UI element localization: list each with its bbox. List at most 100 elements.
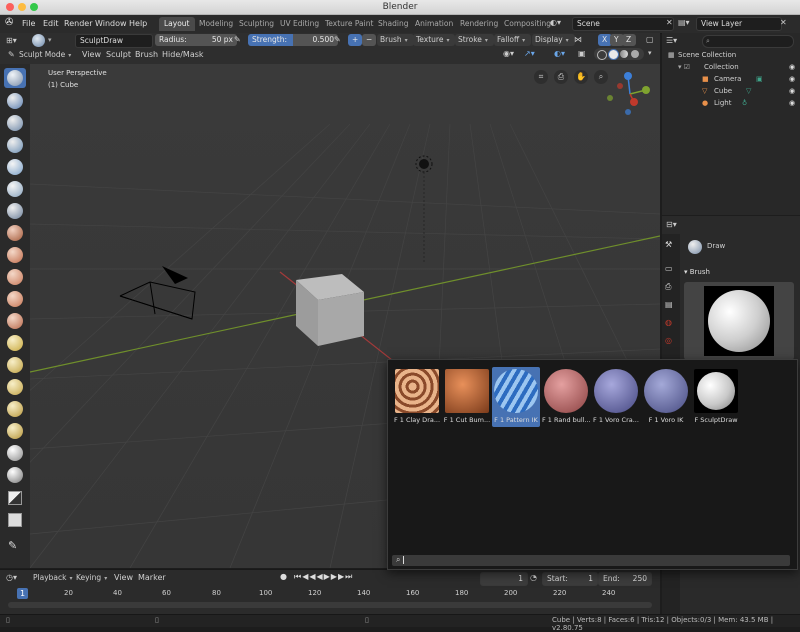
view-menu[interactable]: View: [82, 49, 101, 61]
pan-hand-icon[interactable]: ✋: [574, 70, 588, 84]
outliner-item-light[interactable]: Light: [714, 99, 731, 107]
brush-panel-header[interactable]: ▾ Brush: [684, 268, 710, 276]
record-button[interactable]: ●: [280, 572, 287, 581]
sculpt-menu[interactable]: Sculpt: [106, 49, 131, 61]
brush-preview-frame[interactable]: [684, 282, 794, 360]
add-direction-button[interactable]: +: [348, 34, 362, 46]
box-hide-tool-icon[interactable]: [8, 513, 22, 527]
outliner-search-input[interactable]: ⌕: [702, 35, 794, 48]
snake-hook-tool-icon[interactable]: [7, 379, 23, 395]
marker-menu[interactable]: Marker: [138, 572, 166, 584]
tab-modeling[interactable]: Modeling: [194, 17, 238, 31]
symmetry-icon[interactable]: ⋈: [574, 35, 582, 44]
radius-pressure-icon[interactable]: ✎: [234, 35, 241, 44]
blob-tool-icon[interactable]: [7, 203, 23, 219]
brush-preset-item[interactable]: F 1 Rand bull...: [542, 367, 590, 427]
draw-sharp-tool-icon[interactable]: [7, 93, 23, 109]
view-layer-icon[interactable]: ▤▾: [678, 18, 690, 27]
timeline-scrollbar[interactable]: [8, 602, 652, 608]
mask-tool-icon[interactable]: [7, 467, 23, 483]
cube-visibility-icon[interactable]: ◉: [789, 87, 795, 95]
view-layer-tab-icon[interactable]: ▤: [665, 300, 673, 309]
brush-dropdown-icon[interactable]: ▾: [48, 36, 52, 44]
smooth-tool-icon[interactable]: [7, 247, 23, 263]
editor-type-icon[interactable]: ⊞▾: [6, 36, 17, 45]
current-frame-field[interactable]: 1: [480, 572, 528, 586]
brush-preset-item[interactable]: F 1 Clay Dra...: [393, 367, 441, 427]
gizmo-icon[interactable]: ↗▾: [524, 49, 535, 58]
keying-menu[interactable]: Keying: [73, 572, 113, 584]
display-menu[interactable]: Display: [532, 34, 575, 46]
brush-preset-item[interactable]: F 1 Cut Bum...: [443, 367, 491, 427]
brush-preset-item[interactable]: F 1 Pattern IK: [492, 367, 540, 427]
collection-label[interactable]: Collection: [704, 63, 739, 71]
crease-tool-icon[interactable]: [7, 225, 23, 241]
scene-name-field[interactable]: Scene: [572, 17, 674, 31]
brush-menu[interactable]: Brush: [377, 34, 414, 46]
tab-shading[interactable]: Shading: [373, 17, 413, 31]
playback-menu[interactable]: Playback: [30, 572, 78, 584]
collection-visibility-icon[interactable]: ◉: [789, 63, 795, 71]
shading-options-icon[interactable]: ▾: [648, 49, 652, 57]
outliner-item-camera[interactable]: Camera: [714, 75, 741, 83]
texture-menu[interactable]: Texture: [413, 34, 456, 46]
scene-close-icon[interactable]: ✕: [666, 18, 673, 27]
menu-help[interactable]: Help: [125, 17, 151, 31]
thumb-tool-icon[interactable]: [7, 401, 23, 417]
light-visibility-icon[interactable]: ◉: [789, 99, 795, 107]
falloff-menu[interactable]: Falloff: [494, 34, 532, 46]
strength-pressure-icon[interactable]: ✎: [334, 35, 341, 44]
properties-editor-icon[interactable]: ⊟▾: [666, 220, 677, 229]
timeline-view-menu[interactable]: View: [114, 572, 133, 584]
overlay-icon[interactable]: ◐▾: [554, 49, 565, 58]
wireframe-shading-icon[interactable]: [597, 50, 607, 60]
draw-tool-icon[interactable]: [7, 70, 23, 86]
outliner-item-cube[interactable]: Cube: [714, 87, 732, 95]
pinch-tool-icon[interactable]: [7, 335, 23, 351]
timeline-ruler[interactable]: 1 20 40 60 80 100 120 140 160 180 200 22…: [8, 588, 652, 600]
hide-mask-menu[interactable]: Hide/Mask: [162, 49, 204, 61]
inflate-tool-icon[interactable]: [7, 181, 23, 197]
symmetry-z-toggle[interactable]: Z: [622, 34, 636, 46]
scene-tab-icon[interactable]: ◍: [665, 318, 672, 327]
tab-rendering[interactable]: Rendering: [455, 17, 503, 31]
brush-header-menu[interactable]: Brush: [135, 49, 158, 61]
scene-collection-label[interactable]: Scene Collection: [678, 51, 736, 59]
start-frame-field[interactable]: Start: 1: [542, 572, 598, 586]
layer-tool-icon[interactable]: [7, 159, 23, 175]
clay-tool-icon[interactable]: [7, 115, 23, 131]
camera-view-icon[interactable]: ⌗: [534, 70, 548, 84]
render-tab-icon[interactable]: ▭: [665, 264, 673, 273]
visibility-icon[interactable]: ◉▾: [503, 49, 514, 58]
stroke-menu[interactable]: Stroke: [455, 34, 494, 46]
view-layer-field[interactable]: View Layer: [696, 17, 782, 31]
camera-visibility-icon[interactable]: ◉: [789, 75, 795, 83]
grab-tool-icon[interactable]: [7, 357, 23, 373]
view-layer-close-icon[interactable]: ✕: [780, 18, 787, 27]
strength-slider[interactable]: Strength: 0.500: [248, 34, 338, 46]
cube-object[interactable]: [296, 274, 364, 346]
menu-edit[interactable]: Edit: [39, 17, 63, 31]
tab-sculpting[interactable]: Sculpting: [234, 17, 279, 31]
brush-name-field[interactable]: SculptDraw: [75, 34, 153, 48]
xray-icon[interactable]: ▣: [578, 49, 586, 58]
ruler-tick-1[interactable]: 1: [17, 588, 29, 599]
navigation-gizmo[interactable]: [602, 68, 658, 120]
nudge-tool-icon[interactable]: [7, 423, 23, 439]
outliner-editor-icon[interactable]: ☰▾: [666, 36, 677, 45]
fill-tool-icon[interactable]: [7, 291, 23, 307]
menu-file[interactable]: File: [18, 17, 39, 31]
brush-filter-input[interactable]: ⌕: [392, 555, 790, 566]
box-mask-tool-icon[interactable]: [8, 491, 22, 505]
collection-expand-icon[interactable]: ▾ ☑: [678, 63, 690, 71]
brush-preset-item[interactable]: F 1 Voro IK: [642, 367, 690, 427]
sidebar-toggle-icon[interactable]: ▢: [646, 35, 654, 44]
tab-uv-editing[interactable]: UV Editing: [275, 17, 324, 31]
annotate-tool-icon[interactable]: ✎: [8, 539, 17, 552]
subtract-direction-button[interactable]: −: [362, 34, 376, 46]
minimize-window-button[interactable]: [18, 3, 26, 11]
tab-layout[interactable]: Layout: [159, 17, 195, 31]
blender-logo-icon[interactable]: ✇: [5, 17, 13, 28]
clay-strips-tool-icon[interactable]: [7, 137, 23, 153]
timeline-editor-icon[interactable]: ◷▾: [6, 573, 17, 582]
